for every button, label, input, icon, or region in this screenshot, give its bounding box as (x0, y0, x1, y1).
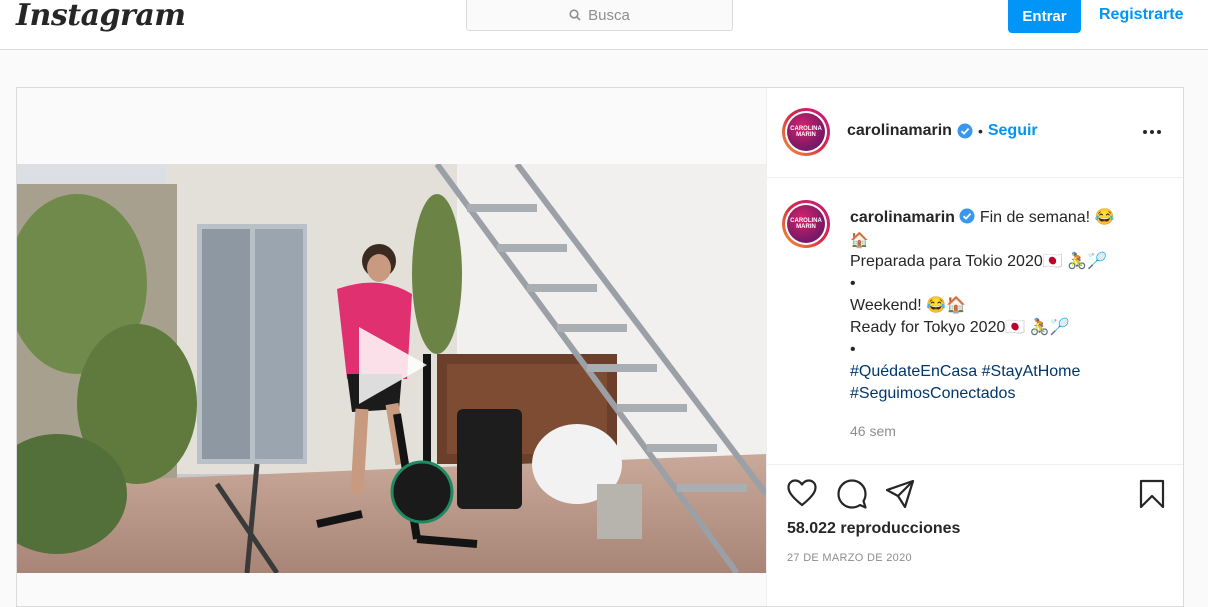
hashtag-link[interactable]: #SeguimosConectados (850, 385, 1015, 402)
more-options-icon[interactable] (1143, 130, 1161, 134)
verified-badge-icon (959, 208, 975, 224)
view-count[interactable]: 58.022 reproducciones (787, 520, 960, 538)
video-player[interactable] (17, 164, 766, 573)
hashtag-link[interactable]: #QuédateEnCasa (850, 363, 977, 380)
caption-avatar[interactable]: CAROLINA MARIN (782, 200, 830, 248)
username-link[interactable]: carolinamarin (847, 122, 952, 140)
save-bookmark-icon[interactable] (1139, 479, 1165, 509)
caption-line: Preparada para Tokio 2020🇯🇵 🚴🏸 (850, 253, 1107, 270)
search-placeholder: Busca (588, 6, 630, 24)
caption-line: • (850, 341, 856, 358)
follow-button[interactable]: Seguir (988, 122, 1038, 140)
separator-dot: • (977, 123, 983, 139)
caption-line: Weekend! 😂🏠 (850, 297, 967, 314)
post-header: CAROLINA MARIN carolinamarin • Seguir (767, 88, 1183, 178)
avatar-text: MARIN (796, 132, 816, 138)
verified-badge-icon (957, 123, 973, 139)
caption-username-link[interactable]: carolinamarin (850, 209, 955, 226)
like-heart-icon[interactable] (787, 479, 817, 507)
comment-icon[interactable] (837, 479, 867, 509)
post-actions-bar (767, 464, 1183, 509)
instagram-logo[interactable]: Instagram (16, 0, 186, 33)
post-date: 27 DE MARZO DE 2020 (787, 552, 912, 564)
post-sidebar: CAROLINA MARIN carolinamarin • Seguir CA… (767, 88, 1183, 606)
register-link[interactable]: Registrarte (1099, 6, 1183, 24)
post-media (17, 88, 767, 606)
caption-timestamp: 46 sem (850, 423, 896, 439)
login-button[interactable]: Entrar (1008, 0, 1081, 33)
post-card: CAROLINA MARIN carolinamarin • Seguir CA… (16, 87, 1184, 607)
avatar[interactable]: CAROLINA MARIN (782, 108, 830, 156)
search-icon (569, 9, 581, 21)
caption-line: Ready for Tokyo 2020🇯🇵 🚴🏸 (850, 319, 1070, 336)
top-navigation-bar: Instagram Busca Entrar Registrarte (0, 0, 1208, 50)
search-input[interactable]: Busca (466, 0, 733, 31)
video-frame (17, 164, 766, 573)
avatar-text: MARIN (796, 224, 816, 230)
caption-line: 🏠 (850, 231, 869, 249)
caption-line: Fin de semana! 😂 (979, 209, 1115, 226)
share-icon[interactable] (885, 479, 915, 509)
post-caption: carolinamarin Fin de semana! 😂 🏠 Prepara… (850, 207, 1170, 405)
caption-line: • (850, 275, 856, 292)
hashtag-link[interactable]: #StayAtHome (982, 363, 1081, 380)
